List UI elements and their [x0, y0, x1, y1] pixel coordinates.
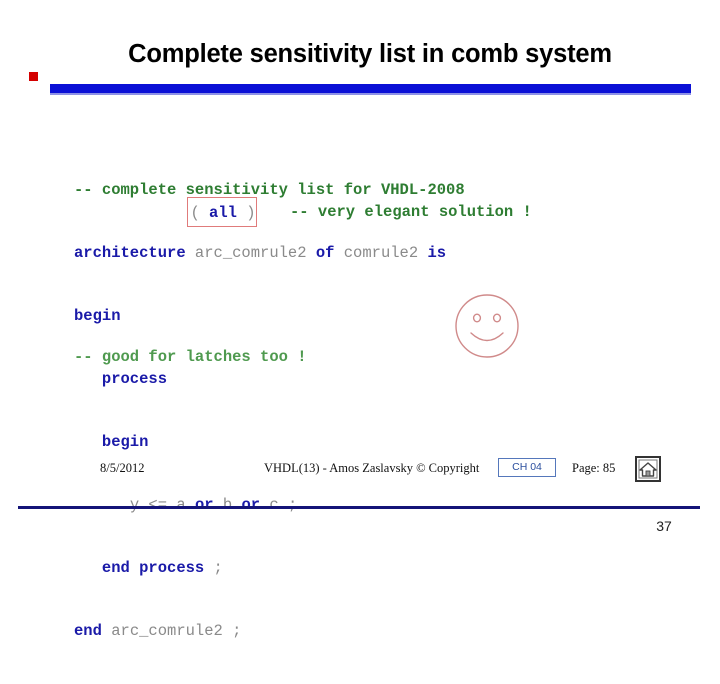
code-identifier: arc_comrule2 ;	[111, 622, 242, 640]
title-bullet-square	[29, 72, 38, 81]
code-line: architecture arc_comrule2 of comrule2 is	[74, 243, 465, 264]
code-operator: ;	[287, 496, 298, 514]
page-title: Complete sensitivity list in comb system	[128, 40, 612, 68]
elegant-solution-comment: -- very elegant solution !	[290, 203, 532, 221]
code-operator: <=	[148, 496, 177, 514]
footer-credit: VHDL(13) - Amos Zaslavsky © Copyright	[264, 461, 480, 475]
all-sensitivity-callout-box: ( all )	[187, 197, 257, 227]
latches-comment: -- good for latches too !	[74, 348, 307, 366]
code-line: begin	[74, 306, 465, 327]
code-keyword: of	[315, 244, 344, 262]
code-line: end arc_comrule2 ;	[74, 621, 465, 642]
code-identifier: comrule2	[343, 244, 428, 262]
code-operator: ;	[213, 559, 223, 577]
bottom-rule	[18, 506, 700, 509]
code-keyword: end	[74, 622, 112, 640]
code-keyword: or	[194, 496, 223, 514]
smiley-face-icon	[452, 291, 522, 361]
code-identifier: b	[222, 496, 242, 514]
footer-page-number: Page: 85	[572, 461, 616, 475]
slide-canvas: Complete sensitivity list in comb system…	[0, 0, 720, 640]
code-keyword: end process	[74, 559, 214, 577]
close-paren: )	[236, 204, 256, 222]
code-line: end process ;	[74, 558, 465, 579]
code-comment: -- complete sensitivity list for VHDL-20…	[74, 181, 465, 199]
all-keyword: all	[209, 204, 237, 222]
code-keyword: begin	[74, 433, 149, 451]
code-keyword: or	[241, 496, 270, 514]
title-underline-rule	[50, 84, 691, 95]
code-keyword: begin	[74, 307, 121, 325]
code-identifier: a	[176, 496, 195, 514]
code-line: process	[74, 369, 465, 390]
code-identifier: y	[129, 496, 149, 514]
code-keyword: is	[427, 244, 447, 262]
chapter-badge[interactable]: CH 04	[498, 458, 556, 477]
code-keyword: process	[74, 370, 168, 388]
open-paren: (	[190, 204, 210, 222]
code-line: -- complete sensitivity list for VHDL-20…	[74, 180, 465, 201]
home-icon[interactable]	[635, 456, 661, 482]
code-line: begin	[74, 432, 465, 453]
code-identifier: arc_comrule2	[194, 244, 316, 262]
footer-date: 8/5/2012	[100, 461, 145, 475]
slide-number: 37	[656, 518, 672, 534]
all-callout-text: ( all )	[188, 198, 258, 228]
code-keyword: architecture	[74, 244, 195, 262]
code-identifier: c	[269, 496, 288, 514]
